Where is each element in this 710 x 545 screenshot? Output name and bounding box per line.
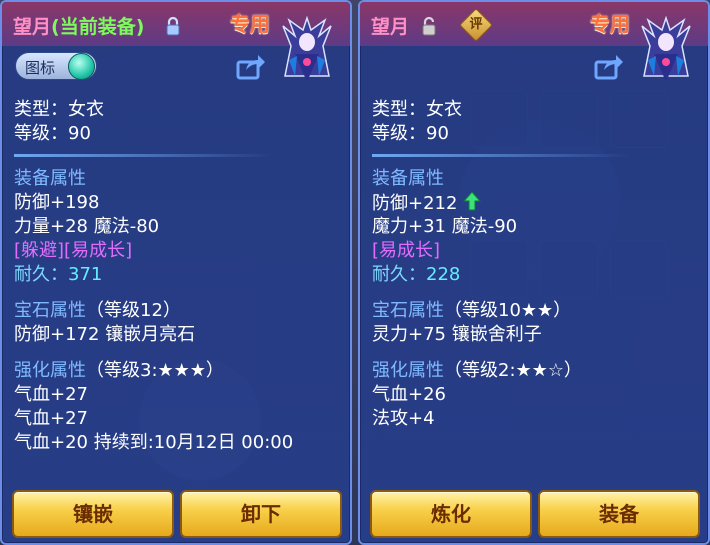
equip-button[interactable]: 装备 — [538, 490, 700, 538]
attr-line: 防御+212 — [372, 193, 458, 214]
enhance-line: 气血+26 — [372, 384, 446, 405]
share-icon[interactable] — [236, 52, 266, 80]
durability-label: 耐久： — [14, 264, 68, 285]
icon-toggle[interactable]: 图标 — [15, 52, 97, 80]
action-buttons: 炼化 装备 — [370, 490, 702, 540]
item-title: 望月 — [371, 12, 409, 39]
enhance-line: 气血+27 — [14, 384, 88, 405]
enhance-header: 强化属性 — [372, 360, 444, 381]
toggle-knob — [68, 53, 95, 80]
exclusive-tag: 专用 — [230, 12, 270, 36]
compare-item-tooltip: 望月 评 专用 类型：女衣 等级：90 装备属性 防御+212 魔力+31 魔法… — [358, 0, 710, 545]
durability-label: 耐久： — [372, 264, 426, 285]
share-icon[interactable] — [594, 52, 624, 80]
exclusive-tag: 专用 — [590, 12, 630, 36]
gem-header: 宝石属性 — [14, 300, 86, 321]
enhance-header: 强化属性 — [14, 360, 86, 381]
lock-icon[interactable] — [165, 16, 181, 36]
gem-level: （等级12） — [86, 300, 181, 321]
gem-line: 灵力+75 镶嵌舍利子 — [372, 324, 542, 345]
equipped-item-tooltip: 望月(当前装备) 专用 图标 类型：女衣 等级：90 装备属性 防御+198 力… — [0, 0, 352, 545]
enhance-level: （等级3:★★★） — [86, 360, 224, 381]
enhance-line: 气血+20 持续到:10月12日 00:00 — [14, 432, 294, 453]
equipped-status: (当前装备) — [51, 16, 145, 38]
item-details: 类型：女衣 等级：90 装备属性 防御+198 力量+28 魔法-80 [躲避]… — [14, 98, 344, 455]
durability-value: 228 — [426, 264, 461, 285]
durability-value: 371 — [68, 264, 103, 285]
unlock-icon[interactable] — [421, 16, 437, 36]
attr-header: 装备属性 — [372, 168, 444, 189]
enhance-line: 气血+27 — [14, 408, 88, 429]
attr-line: 魔力+31 魔法-90 — [372, 216, 518, 237]
gem-header: 宝石属性 — [372, 300, 444, 321]
icon-toggle-label: 图标 — [25, 59, 56, 77]
character-portrait-icon — [641, 16, 691, 82]
gem-line: 防御+172 镶嵌月亮石 — [14, 324, 196, 345]
inlay-button[interactable]: 镶嵌 — [12, 490, 174, 538]
refine-button[interactable]: 炼化 — [370, 490, 532, 538]
item-title: 望月(当前装备) — [13, 12, 144, 39]
item-type: 类型：女衣 — [14, 99, 104, 120]
special-effects: [躲避][易成长] — [14, 240, 133, 261]
character-portrait-icon — [282, 16, 332, 82]
gem-level: （等级10★★） — [444, 300, 572, 321]
unequip-button[interactable]: 卸下 — [180, 490, 342, 538]
enhance-level: （等级2:★★☆） — [444, 360, 582, 381]
attr-line: 防御+198 — [14, 192, 100, 213]
item-level: 等级：90 — [14, 123, 91, 144]
special-effects: [易成长] — [372, 240, 441, 261]
item-name: 望月 — [371, 16, 410, 38]
divider — [372, 154, 630, 157]
item-name: 望月 — [13, 16, 52, 38]
item-type: 类型：女衣 — [372, 99, 462, 120]
action-buttons: 镶嵌 卸下 — [12, 490, 344, 540]
enhance-line: 法攻+4 — [372, 408, 435, 429]
divider — [14, 154, 272, 157]
up-arrow-icon — [463, 191, 482, 211]
item-level: 等级：90 — [372, 123, 449, 144]
attr-line: 力量+28 魔法-80 — [14, 216, 160, 237]
item-details: 类型：女衣 等级：90 装备属性 防御+212 魔力+31 魔法-90 [易成长… — [372, 98, 702, 431]
attr-header: 装备属性 — [14, 168, 86, 189]
